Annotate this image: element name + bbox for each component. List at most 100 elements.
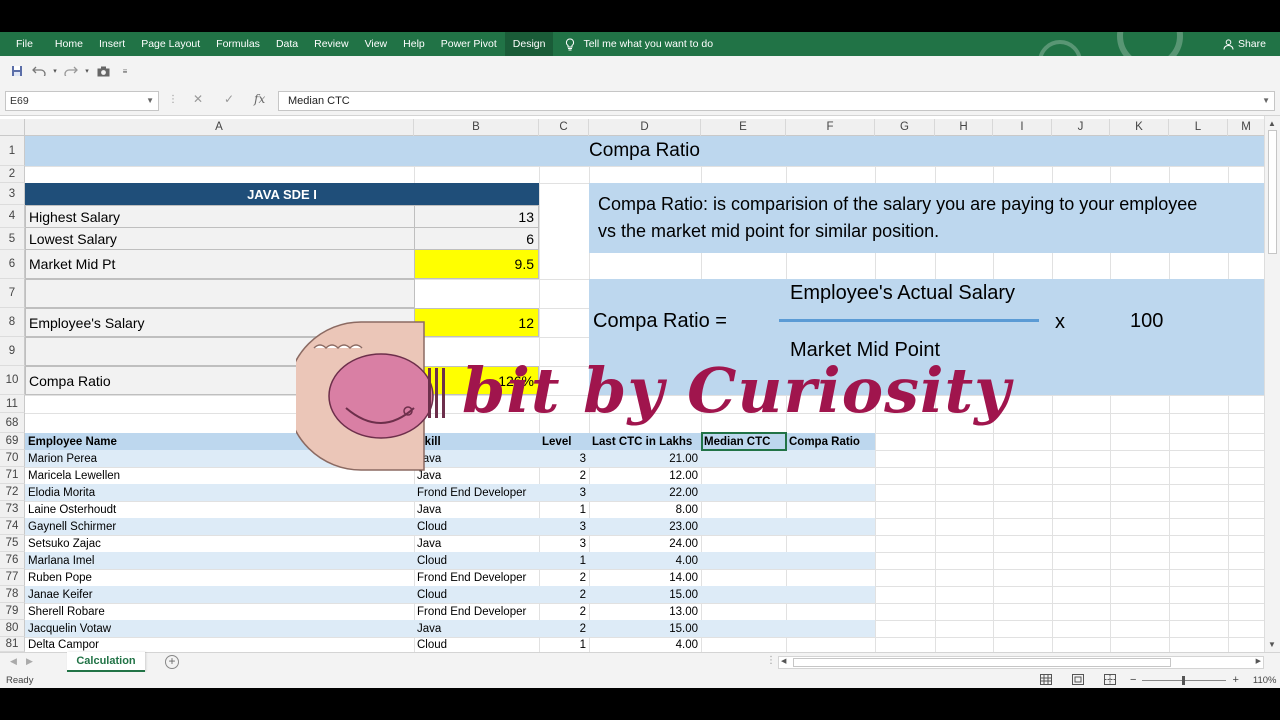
insert-function-icon[interactable]: fx (254, 92, 265, 106)
empty-cell[interactable] (25, 337, 415, 366)
hscroll-thumb[interactable] (793, 658, 1171, 667)
column-header[interactable]: B (414, 119, 539, 136)
prev-sheet-icon[interactable]: ◀ (10, 656, 17, 667)
column-header[interactable]: M (1228, 119, 1264, 136)
row-header[interactable]: 78 (0, 586, 25, 603)
formula-box[interactable]: Compa Ratio = Employee's Actual Salary M… (589, 279, 1264, 395)
table-cell-name[interactable]: Jacquelin Votaw (25, 620, 415, 637)
table-cell-empty[interactable] (701, 450, 786, 467)
undo-icon[interactable] (28, 60, 50, 82)
zoom-in-icon[interactable]: + (1232, 674, 1238, 686)
tab-help[interactable]: Help (395, 32, 433, 56)
table-header[interactable]: Skill (414, 433, 539, 450)
column-header[interactable]: E (701, 119, 786, 136)
row-header[interactable]: 5 (0, 228, 25, 250)
definition-box[interactable]: Compa Ratio: is comparision of the salar… (589, 183, 1264, 253)
table-cell-ctc[interactable]: 22.00 (589, 484, 701, 501)
tab-data[interactable]: Data (268, 32, 306, 56)
scroll-down-icon[interactable]: ▼ (1268, 640, 1276, 649)
scroll-up-icon[interactable]: ▲ (1268, 119, 1276, 128)
table-cell-name[interactable]: Marion Perea (25, 450, 415, 467)
row-header[interactable]: 70 (0, 450, 25, 467)
row-header[interactable]: 4 (0, 205, 25, 228)
table-cell-ctc[interactable]: 23.00 (589, 518, 701, 535)
row-header[interactable]: 71 (0, 467, 25, 484)
row-header[interactable]: 80 (0, 620, 25, 637)
sheet-title[interactable]: Compa Ratio (25, 136, 1264, 166)
tell-me-box[interactable]: Tell me what you want to do (565, 37, 713, 51)
horizontal-scrollbar[interactable]: ◀ ▶ (778, 656, 1264, 669)
row-header[interactable]: 11 (0, 395, 25, 413)
table-cell-skill[interactable]: Cloud (414, 518, 539, 535)
table-cell-empty[interactable] (786, 586, 875, 603)
table-cell-empty[interactable] (701, 501, 786, 518)
table-cell-empty[interactable] (701, 603, 786, 620)
table-cell-name[interactable]: Laine Osterhoudt (25, 501, 415, 518)
camera-icon[interactable] (92, 60, 114, 82)
table-cell-ctc[interactable]: 15.00 (589, 620, 701, 637)
table-cell-skill[interactable]: Cloud (414, 552, 539, 569)
tab-home[interactable]: Home (47, 32, 91, 56)
table-cell-empty[interactable] (786, 450, 875, 467)
row-header[interactable]: 76 (0, 552, 25, 569)
table-cell-level[interactable]: 2 (539, 586, 589, 603)
table-cell-level[interactable]: 1 (539, 637, 589, 652)
tab-power-pivot[interactable]: Power Pivot (433, 32, 505, 56)
confirm-icon[interactable]: ✓ (224, 92, 234, 106)
table-cell-empty[interactable] (701, 467, 786, 484)
table-cell-ctc[interactable]: 13.00 (589, 603, 701, 620)
employee-salary-label[interactable]: Employee's Salary (25, 308, 415, 337)
row-header[interactable]: 2 (0, 166, 25, 183)
table-cell-ctc[interactable]: 15.00 (589, 586, 701, 603)
zoom-out-icon[interactable]: − (1130, 674, 1136, 686)
column-header[interactable]: L (1169, 119, 1228, 136)
lowest-salary-label[interactable]: Lowest Salary (25, 227, 415, 250)
column-header[interactable]: F (786, 119, 875, 136)
table-cell-empty[interactable] (786, 569, 875, 586)
table-cell-ctc[interactable]: 4.00 (589, 637, 701, 652)
table-cell-empty[interactable] (786, 620, 875, 637)
column-header[interactable]: I (993, 119, 1052, 136)
table-cell-empty[interactable] (701, 518, 786, 535)
table-header[interactable]: Employee Name (25, 433, 415, 450)
zoom-slider[interactable] (1142, 675, 1227, 685)
highest-salary-label[interactable]: Highest Salary (25, 205, 415, 228)
column-header[interactable]: D (589, 119, 701, 136)
table-cell-skill[interactable]: Java (414, 501, 539, 518)
table-cell-empty[interactable] (786, 467, 875, 484)
market-mid-value[interactable]: 9.5 (414, 249, 539, 279)
table-cell-empty[interactable] (786, 484, 875, 501)
row-header[interactable]: 77 (0, 569, 25, 586)
tab-design[interactable]: Design (504, 32, 554, 56)
table-cell-level[interactable]: 2 (539, 620, 589, 637)
normal-view-icon[interactable] (1040, 674, 1052, 685)
table-cell-empty[interactable] (701, 535, 786, 552)
row-header[interactable]: 8 (0, 308, 25, 337)
zoom-slider-knob[interactable] (1182, 675, 1186, 685)
column-header[interactable]: C (539, 119, 589, 136)
add-sheet-icon[interactable]: + (165, 655, 179, 669)
table-cell-name[interactable]: Elodia Morita (25, 484, 415, 501)
table-cell-ctc[interactable]: 12.00 (589, 467, 701, 484)
block-header[interactable]: JAVA SDE I (25, 183, 539, 205)
table-cell-name[interactable]: Gaynell Schirmer (25, 518, 415, 535)
table-cell-empty[interactable] (786, 603, 875, 620)
table-cell-level[interactable]: 3 (539, 450, 589, 467)
compa-ratio-label[interactable]: Compa Ratio (25, 366, 415, 395)
row-header[interactable]: 68 (0, 413, 25, 433)
lowest-salary-value[interactable]: 6 (414, 227, 539, 250)
table-cell-empty[interactable] (701, 552, 786, 569)
row-header[interactable]: 9 (0, 337, 25, 366)
table-cell-level[interactable]: 1 (539, 501, 589, 518)
table-cell-ctc[interactable]: 8.00 (589, 501, 701, 518)
table-cell-name[interactable]: Ruben Pope (25, 569, 415, 586)
customize-toolbar-icon[interactable]: ≡ (114, 60, 136, 82)
table-cell-ctc[interactable]: 14.00 (589, 569, 701, 586)
share-button[interactable]: Share (1223, 38, 1266, 50)
cancel-icon[interactable]: ✕ (193, 92, 203, 106)
table-header[interactable]: Compa Ratio (786, 433, 875, 450)
table-cell-name[interactable]: Maricela Lewellen (25, 467, 415, 484)
table-cell-skill[interactable]: Frond End Developer (414, 569, 539, 586)
table-cell-ctc[interactable]: 21.00 (589, 450, 701, 467)
table-cell-skill[interactable]: Cloud (414, 586, 539, 603)
